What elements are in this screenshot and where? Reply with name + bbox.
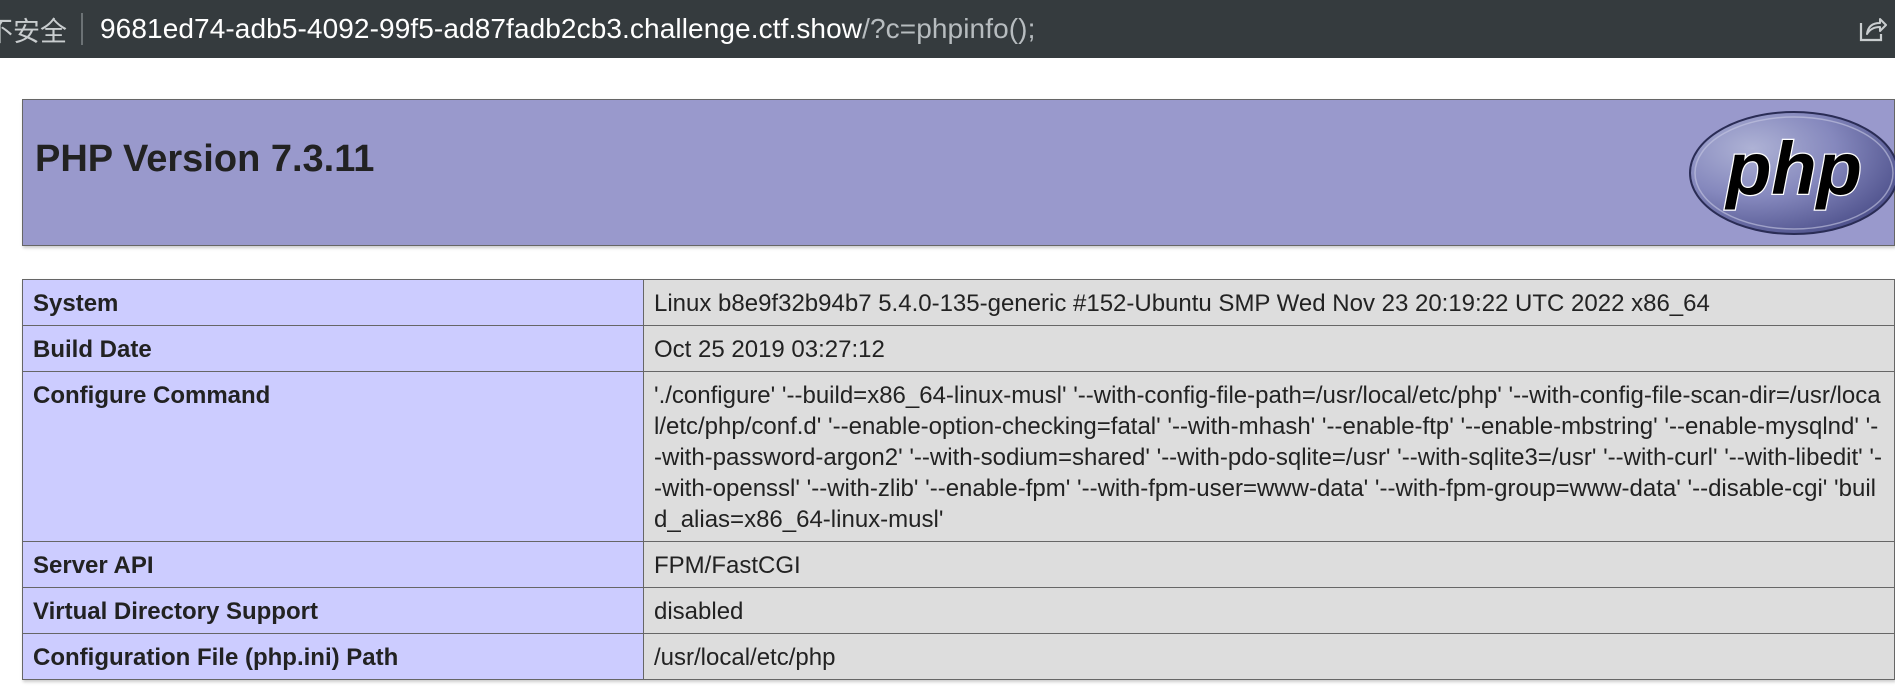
url-path: /?c=phpinfo(); [862,13,1036,44]
row-key: Virtual Directory Support [22,587,644,634]
row-key: Configuration File (php.ini) Path [22,633,644,680]
php-info-table: System Linux b8e9f32b94b7 5.4.0-135-gener… [22,279,1895,680]
row-key: System [22,279,644,326]
share-icon[interactable] [1857,15,1887,43]
table-row: Server API FPM/FastCGI [22,541,1895,588]
php-version-header: PHP Version 7.3.11 php [22,99,1895,246]
row-value: disabled [643,587,1895,634]
row-value: Oct 25 2019 03:27:12 [643,325,1895,372]
php-logo: php [1689,111,1895,235]
row-key: Build Date [22,325,644,372]
row-value: FPM/FastCGI [643,541,1895,588]
url-host: 9681ed74-adb5-4092-99f5-ad87fadb2cb3.cha… [100,13,863,44]
phpinfo-page: PHP Version 7.3.11 php System Linux b8e9f… [22,99,1895,680]
row-key: Server API [22,541,644,588]
address-bar[interactable]: 不安全 9681ed74-adb5-4092-99f5-ad87fadb2cb3… [0,0,1895,58]
php-version-title: PHP Version 7.3.11 [35,138,375,180]
url-text[interactable]: 9681ed74-adb5-4092-99f5-ad87fadb2cb3.cha… [100,13,1036,45]
row-value: /usr/local/etc/php [643,633,1895,680]
table-row: Virtual Directory Support disabled [22,587,1895,634]
table-row: Build Date Oct 25 2019 03:27:12 [22,325,1895,372]
address-separator [81,13,83,45]
row-key: Configure Command [22,371,644,542]
table-row: System Linux b8e9f32b94b7 5.4.0-135-gener… [22,279,1895,326]
row-value: './configure' '--build=x86_64-linux-musl… [643,371,1895,542]
table-row: Configure Command './configure' '--build=… [22,371,1895,542]
table-row: Configuration File (php.ini) Path/usr/lo… [22,633,1895,680]
row-value: Linux b8e9f32b94b7 5.4.0-135-generic #15… [643,279,1895,326]
php-logo-text: php [1724,127,1862,210]
security-indicator[interactable]: 不安全 [0,10,67,49]
